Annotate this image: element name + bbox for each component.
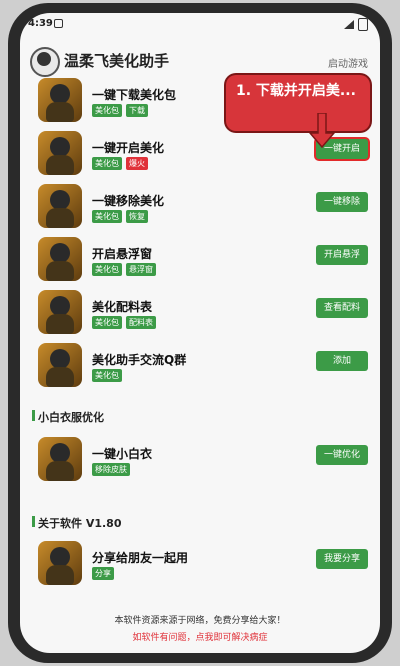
tag-badge: 分享 [92,567,114,580]
item-thumbnail [38,78,82,122]
list-item-clothes: 一键小白衣 移除皮肤 一键优化 [20,437,380,485]
app-screen: 4:39 温柔飞美化助手 启动游戏 一键下载美化包 美化包 下载 一键开启美化 … [20,13,380,653]
tag-badge: 美化包 [92,316,122,329]
status-bar: 4:39 [20,13,380,37]
phone-frame: 4:39 温柔飞美化助手 启动游戏 一键下载美化包 美化包 下载 一键开启美化 … [8,3,392,663]
list-item-share: 分享给朋友一起用 分享 我要分享 [20,541,380,589]
notification-icon [54,19,63,28]
tag-badge: 下载 [126,104,148,117]
launch-game-link[interactable]: 启动游戏 [328,55,368,70]
item-thumbnail [38,184,82,228]
footer-notice: 本软件资源来源于网络，免费分享给大家！ [114,616,286,626]
list-item-qgroup: 美化助手交流Q群 美化包 添加 [20,343,380,391]
item-title: 美化助手交流Q群 [92,353,187,367]
item-thumbnail [38,290,82,334]
item-thumbnail [38,541,82,585]
floating-button[interactable]: 开启悬浮 [316,245,368,265]
section-title-clothes: 小白衣服优化 [32,410,104,424]
share-button[interactable]: 我要分享 [316,549,368,569]
section-title-about: 关于软件 V1.80 [31,516,122,530]
item-title: 一键开启美化 [92,141,165,155]
list-item-remove: 一键移除美化 美化包 恢复 一键移除 [20,184,380,232]
item-thumbnail [38,237,82,281]
app-title: 温柔飞美化助手 [64,52,170,70]
item-title: 一键移除美化 [92,194,165,208]
signal-icon [344,20,354,29]
view-recipe-button[interactable]: 查看配料 [316,298,368,318]
tag-badge: 美化包 [92,157,122,170]
tag-badge: 美化包 [92,263,122,276]
tag-badge: 移除皮肤 [92,463,130,476]
item-title: 分享给朋友一起用 [92,551,189,565]
tag-badge: 美化包 [92,210,122,223]
tag-badge: 美化包 [92,369,122,382]
item-title: 美化配料表 [92,300,153,314]
item-thumbnail [38,131,82,175]
tag-badge-hot: 爆火 [126,157,148,170]
battery-icon [358,18,368,31]
callout-arrow-icon [308,113,336,149]
item-title: 一键小白衣 [92,447,153,461]
list-item-recipe: 美化配料表 美化包 配料表 查看配料 [20,290,380,338]
status-time: 4:39 [28,18,53,29]
footer-help-link[interactable]: 如软件有问题，点我即可解决病症 [20,630,380,643]
item-title: 一键下载美化包 [92,88,177,102]
list-item-floating: 开启悬浮窗 美化包 悬浮窗 开启悬浮 [20,237,380,285]
tag-badge: 恢复 [126,210,148,223]
app-logo [30,47,60,77]
tag-badge: 配料表 [126,316,156,329]
remove-button[interactable]: 一键移除 [316,192,368,212]
item-thumbnail [38,343,82,387]
optimize-button[interactable]: 一键优化 [316,445,368,465]
tag-badge: 悬浮窗 [126,263,156,276]
add-group-button[interactable]: 添加 [316,351,368,371]
item-thumbnail [38,437,82,481]
tag-badge: 美化包 [92,104,122,117]
item-title: 开启悬浮窗 [92,247,153,261]
tutorial-callout: 1. 下载并开启美... [226,75,370,131]
callout-text: 1. 下载并开启美... [236,83,356,99]
